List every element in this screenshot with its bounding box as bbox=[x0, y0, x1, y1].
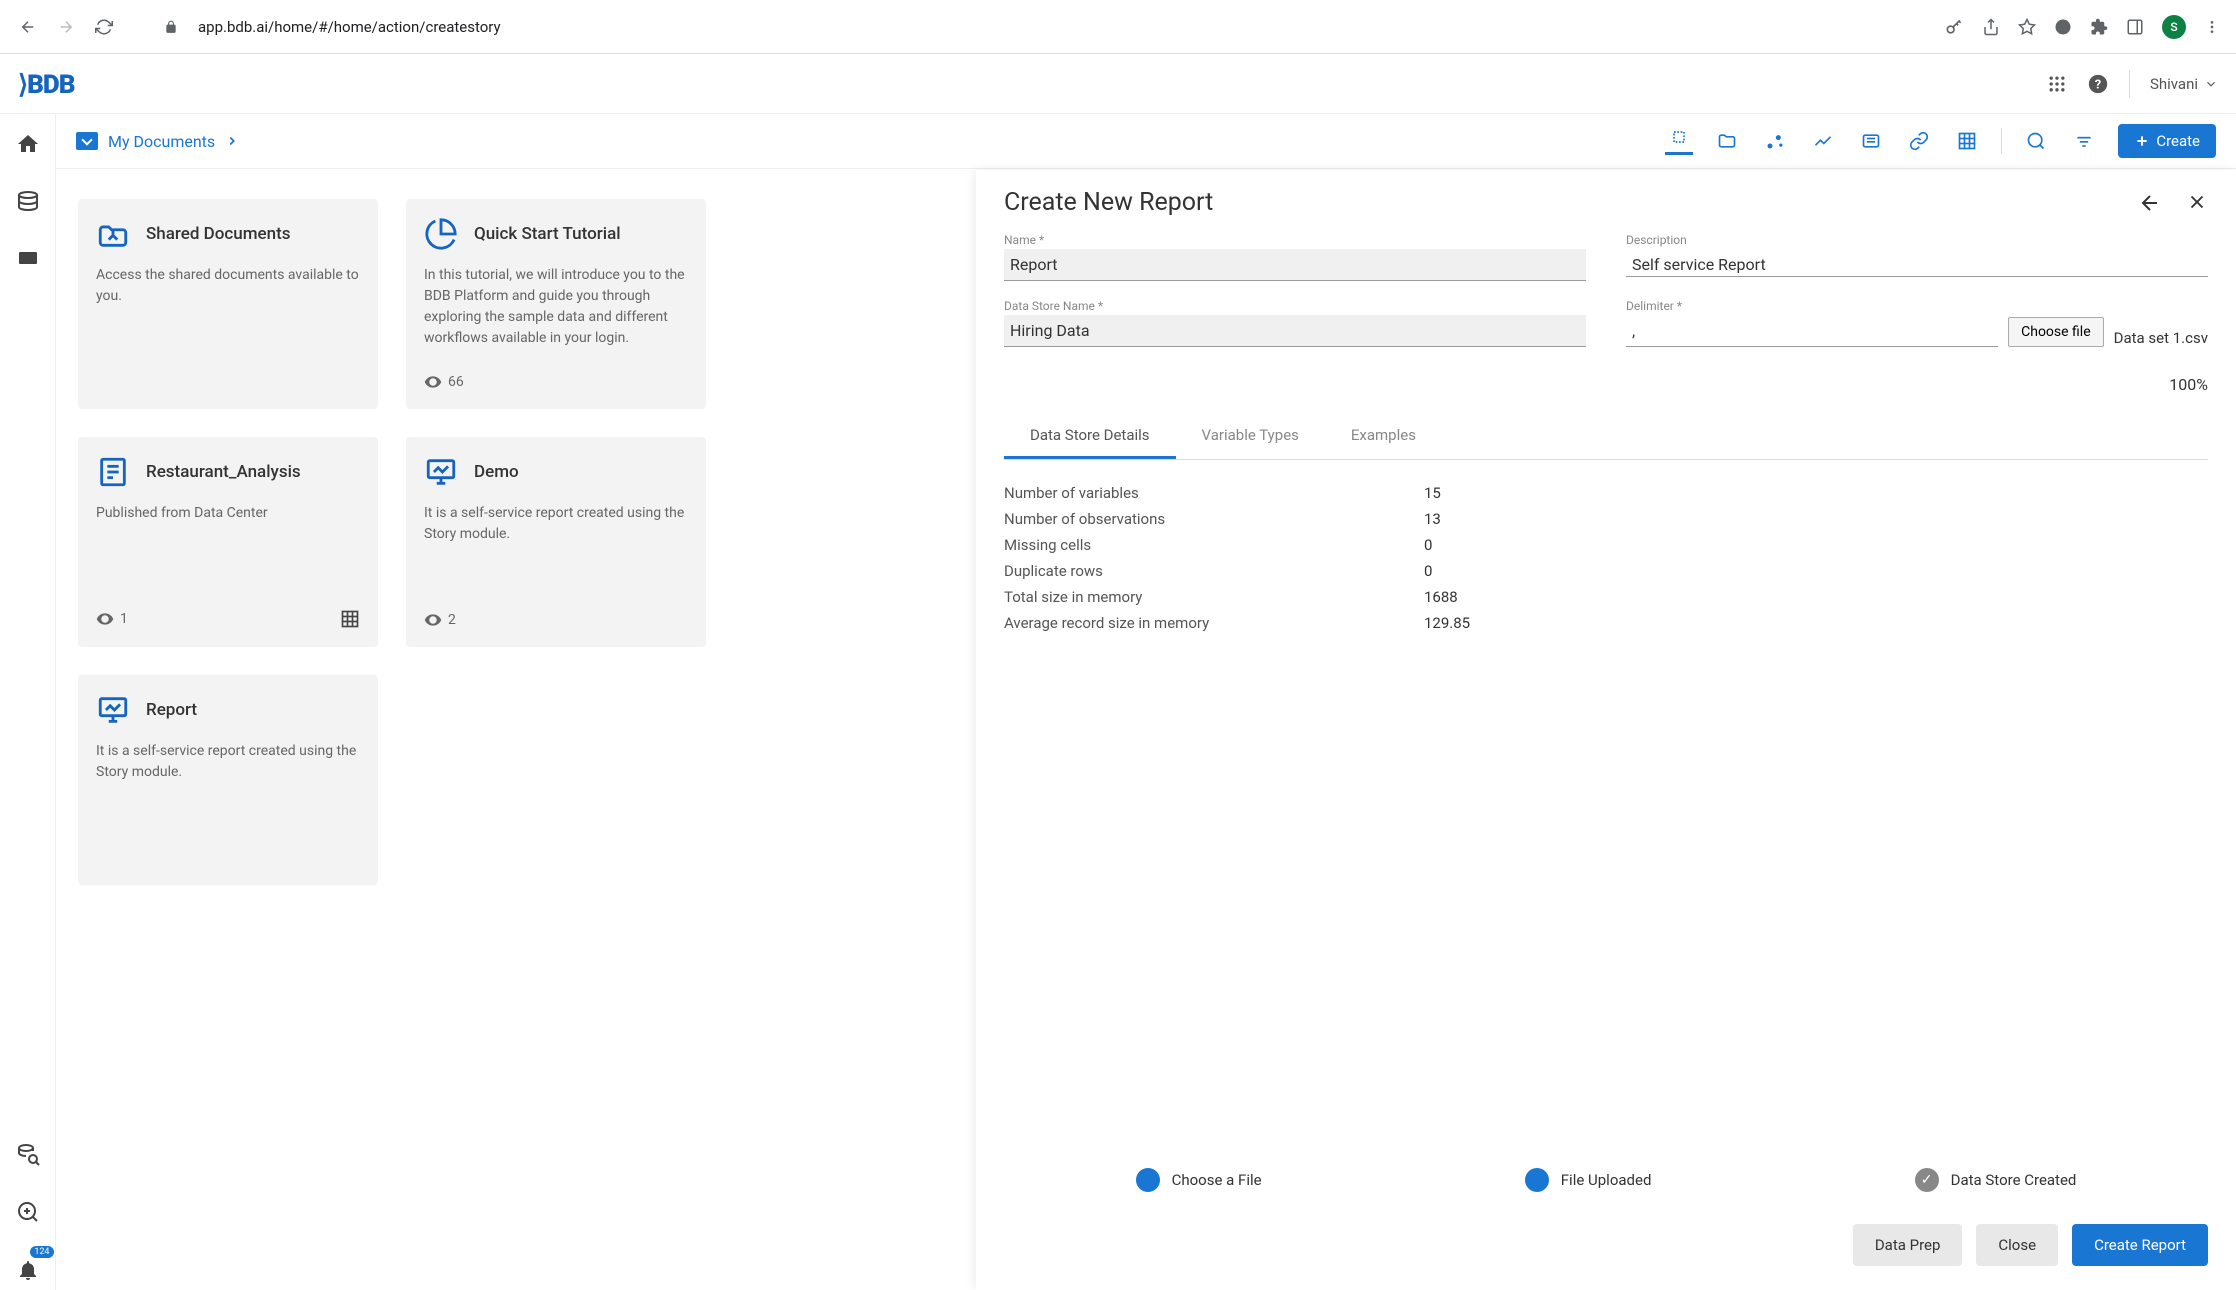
details-table: Number of variables15 Number of observat… bbox=[1004, 480, 2208, 636]
grid-small-icon[interactable] bbox=[340, 609, 360, 629]
reload-icon[interactable] bbox=[92, 15, 116, 39]
step-uploaded: File Uploaded bbox=[1525, 1168, 1652, 1192]
sidebar: 124 bbox=[0, 114, 56, 1290]
toolbar-scatter-icon[interactable] bbox=[1761, 127, 1789, 155]
data-prep-button[interactable]: Data Prep bbox=[1853, 1224, 1963, 1266]
svg-text:⟩BDB: ⟩BDB bbox=[18, 70, 75, 99]
toolbar-filter-icon[interactable] bbox=[2070, 127, 2098, 155]
app-header: ⟩BDB ? Shivani bbox=[0, 54, 2236, 114]
view-count: 2 bbox=[448, 612, 456, 628]
description-input[interactable]: Self service Report bbox=[1626, 249, 2208, 277]
profile-avatar[interactable]: S bbox=[2162, 15, 2186, 39]
toolbar-folder-icon[interactable] bbox=[1713, 127, 1741, 155]
panel-tabs: Data Store Details Variable Types Exampl… bbox=[1004, 414, 2208, 460]
card-restaurant[interactable]: Restaurant_Analysis Published from Data … bbox=[78, 437, 378, 647]
progress-steps: Choose a File File Uploaded ✓Data Store … bbox=[1004, 1148, 2208, 1212]
eye-icon bbox=[96, 610, 114, 628]
sidebar-bell-icon[interactable]: 124 bbox=[8, 1250, 48, 1290]
browser-chrome: app.bdb.ai/home/#/home/action/createstor… bbox=[0, 0, 2236, 54]
story-icon bbox=[96, 693, 130, 727]
view-count: 1 bbox=[120, 611, 128, 627]
shared-folder-icon bbox=[96, 217, 130, 251]
create-button[interactable]: Create bbox=[2118, 124, 2216, 158]
toolbar-search-icon[interactable] bbox=[2022, 127, 2050, 155]
pie-icon bbox=[424, 217, 458, 251]
svg-text:?: ? bbox=[2095, 77, 2101, 92]
key-icon[interactable] bbox=[1944, 17, 1964, 37]
filename-text: Data set 1.csv bbox=[2114, 329, 2208, 347]
story-icon bbox=[424, 455, 458, 489]
toolbar-line-icon[interactable] bbox=[1809, 127, 1837, 155]
nav-back-icon[interactable] bbox=[16, 15, 40, 39]
kebab-icon[interactable] bbox=[2204, 19, 2220, 35]
star-icon[interactable] bbox=[2018, 18, 2036, 36]
panel-title: Create New Report bbox=[1004, 188, 1213, 217]
delimiter-label: Delimiter * bbox=[1626, 299, 2208, 313]
eye-icon bbox=[424, 373, 442, 391]
create-report-button[interactable]: Create Report bbox=[2072, 1224, 2208, 1266]
datastore-label: Data Store Name * bbox=[1004, 299, 1586, 313]
logo[interactable]: ⟩BDB bbox=[18, 69, 88, 99]
choose-file-button[interactable]: Choose file bbox=[2008, 317, 2104, 347]
report-icon bbox=[96, 455, 130, 489]
close-button[interactable]: Close bbox=[1976, 1224, 2058, 1266]
tab-variable-types[interactable]: Variable Types bbox=[1176, 414, 1325, 459]
card-shared-docs[interactable]: Shared Documents Access the shared docum… bbox=[78, 199, 378, 409]
eye-icon bbox=[424, 611, 442, 629]
toolbar-form-icon[interactable] bbox=[1857, 127, 1885, 155]
description-label: Description bbox=[1626, 233, 2208, 247]
sidebar-magnify-icon[interactable] bbox=[8, 1192, 48, 1232]
panel-back-icon[interactable] bbox=[2138, 191, 2162, 215]
panel-close-icon[interactable] bbox=[2186, 191, 2208, 215]
user-menu[interactable]: Shivani bbox=[2150, 75, 2218, 93]
lock-icon bbox=[164, 20, 178, 34]
extensions-icon[interactable] bbox=[2090, 18, 2108, 36]
tab-examples[interactable]: Examples bbox=[1325, 414, 1442, 459]
url-text[interactable]: app.bdb.ai/home/#/home/action/createstor… bbox=[198, 18, 1930, 36]
name-input[interactable] bbox=[1004, 249, 1586, 281]
create-report-panel: Create New Report Name * Description Sel… bbox=[976, 170, 2236, 1290]
sidebar-data-icon[interactable] bbox=[8, 182, 48, 222]
toolbar-link-icon[interactable] bbox=[1905, 127, 1933, 155]
sidebar-search-data-icon[interactable] bbox=[8, 1134, 48, 1174]
name-label: Name * bbox=[1004, 233, 1586, 247]
step-choose: Choose a File bbox=[1136, 1168, 1262, 1192]
share-icon[interactable] bbox=[1982, 18, 2000, 36]
nav-forward-icon[interactable] bbox=[54, 15, 78, 39]
card-report[interactable]: Report It is a self-service report creat… bbox=[78, 675, 378, 885]
toolbar-grid-icon[interactable] bbox=[1953, 127, 1981, 155]
toolbar-select-icon[interactable] bbox=[1665, 127, 1693, 155]
sidebar-home-icon[interactable] bbox=[8, 124, 48, 164]
topbar: My Documents Create bbox=[56, 114, 2236, 169]
help-icon[interactable]: ? bbox=[2087, 73, 2109, 95]
sidebar-present-icon[interactable] bbox=[8, 240, 48, 280]
delimiter-input[interactable] bbox=[1626, 315, 1998, 347]
notif-count: 124 bbox=[30, 1246, 53, 1258]
upload-progress: 100% bbox=[1004, 375, 2208, 394]
step-created: ✓Data Store Created bbox=[1915, 1168, 2077, 1192]
datastore-input[interactable] bbox=[1004, 315, 1586, 347]
folder-icon bbox=[76, 132, 98, 150]
ext1-icon[interactable] bbox=[2054, 18, 2072, 36]
panel-icon[interactable] bbox=[2126, 18, 2144, 36]
view-count: 66 bbox=[448, 374, 464, 390]
card-quickstart[interactable]: Quick Start Tutorial In this tutorial, w… bbox=[406, 199, 706, 409]
apps-icon[interactable] bbox=[2047, 74, 2067, 94]
breadcrumb[interactable]: My Documents bbox=[76, 132, 239, 151]
card-demo[interactable]: Demo It is a self-service report created… bbox=[406, 437, 706, 647]
tab-details[interactable]: Data Store Details bbox=[1004, 414, 1176, 459]
